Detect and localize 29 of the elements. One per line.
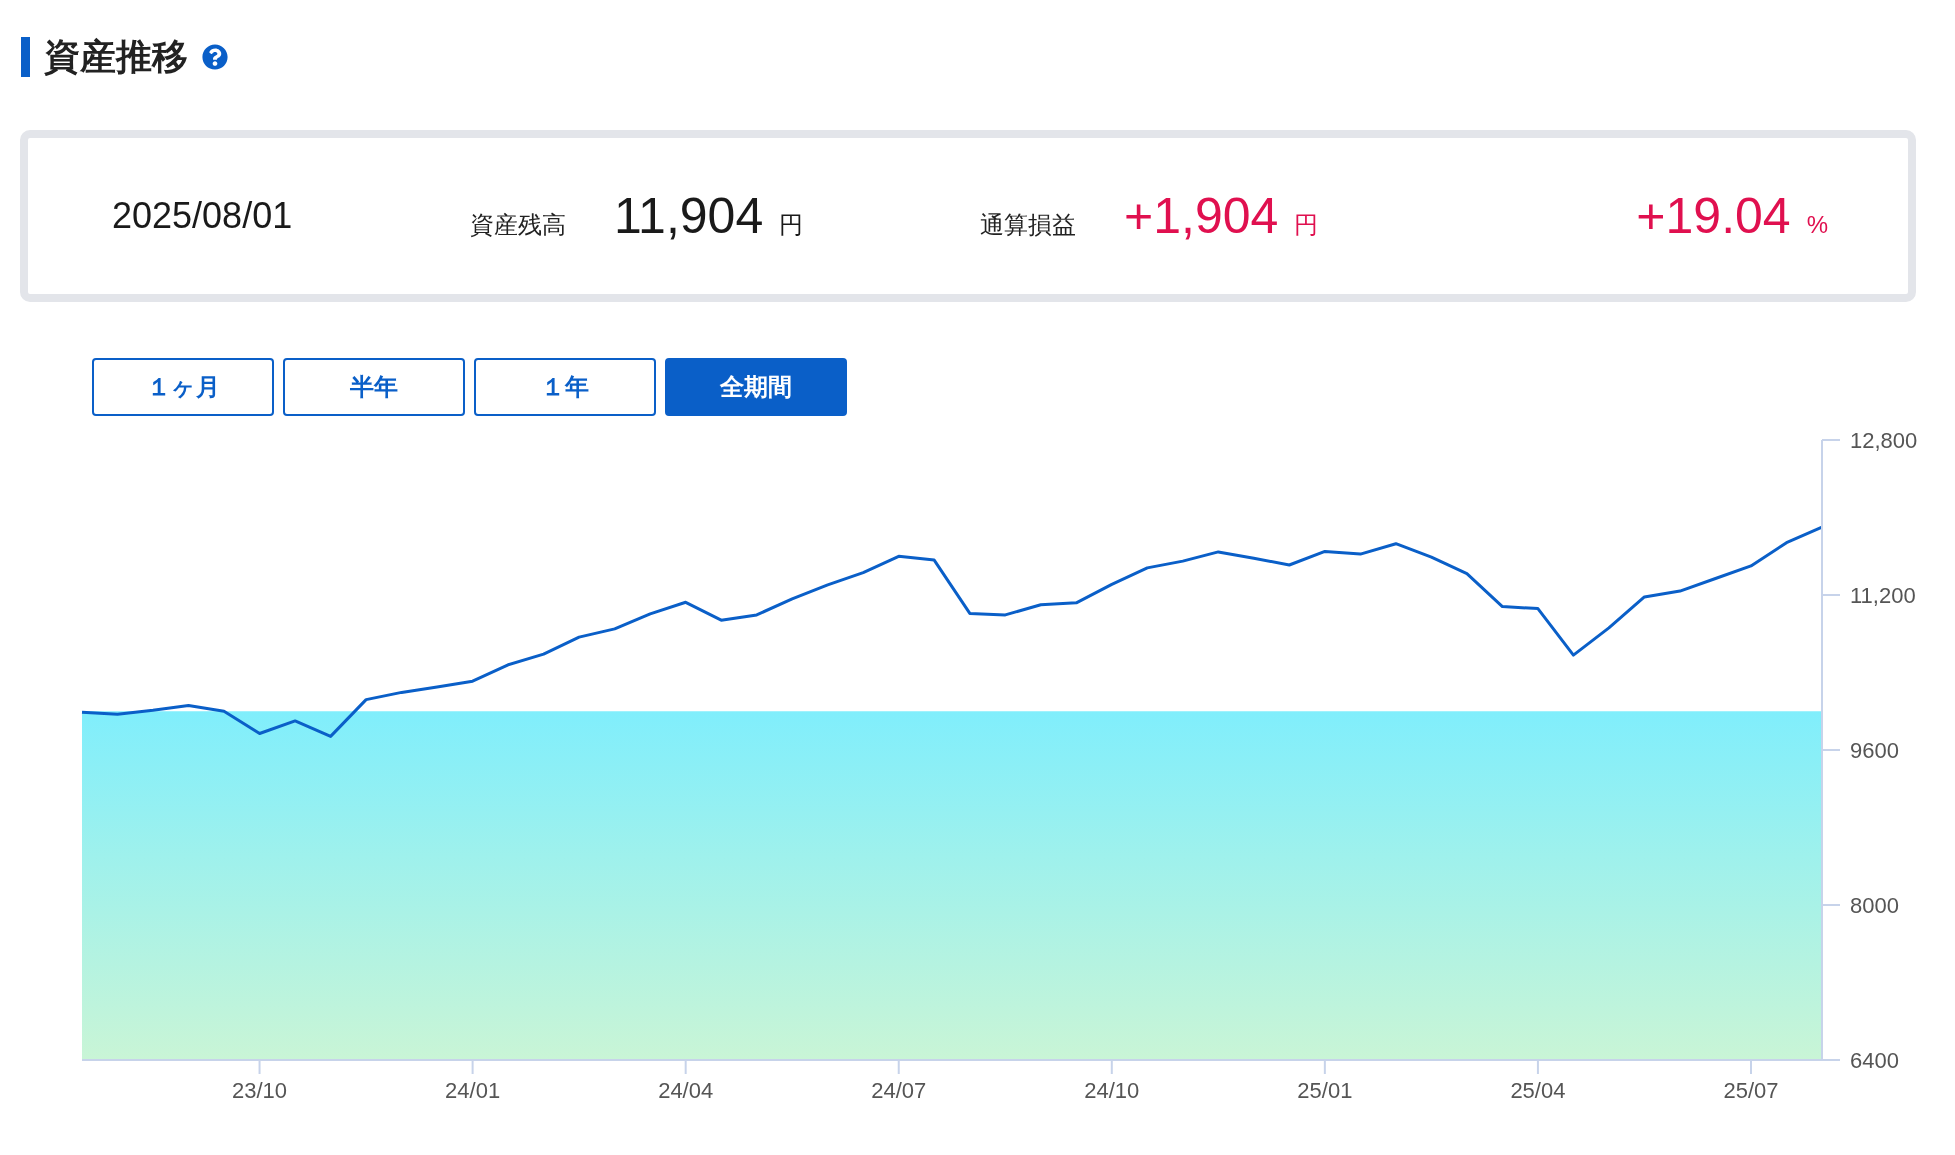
return-value: +19.04: [1636, 187, 1791, 245]
profit-label: 通算損益: [980, 210, 1076, 240]
balance-label: 資産残高: [470, 210, 566, 240]
y-axis-label: 12,800: [1850, 428, 1918, 453]
title-accent-bar: [21, 37, 30, 77]
y-axis-label: 9600: [1850, 738, 1899, 763]
period-tab[interactable]: 全期間: [665, 358, 847, 416]
date-text: 2025/08/01: [112, 195, 294, 237]
x-axis-label: 23/10: [232, 1078, 288, 1103]
period-tab[interactable]: 半年: [283, 358, 465, 416]
percent-unit: %: [1806, 211, 1828, 239]
y-axis-label: 6400: [1850, 1048, 1899, 1073]
y-axis-label: 8000: [1850, 893, 1899, 918]
currency-unit: 円: [779, 210, 804, 240]
period-tab[interactable]: １年: [474, 358, 656, 416]
balance-value: 11,904: [614, 187, 764, 245]
x-axis-label: 25/04: [1510, 1078, 1566, 1103]
profit-value: +1,904: [1124, 187, 1279, 245]
y-axis-label: 11,200: [1850, 583, 1916, 608]
period-tab[interactable]: １ヶ月: [92, 358, 274, 416]
x-axis-label: 25/07: [1723, 1078, 1779, 1103]
help-icon[interactable]: [202, 44, 228, 70]
x-axis-label: 24/10: [1084, 1078, 1140, 1103]
x-axis-label: 25/01: [1297, 1078, 1353, 1103]
currency-unit: 円: [1294, 210, 1319, 240]
x-axis-label: 24/07: [871, 1078, 927, 1103]
x-axis-label: 24/04: [658, 1078, 714, 1103]
x-axis-label: 24/01: [445, 1078, 501, 1103]
section-title: 資産推移: [44, 34, 188, 79]
